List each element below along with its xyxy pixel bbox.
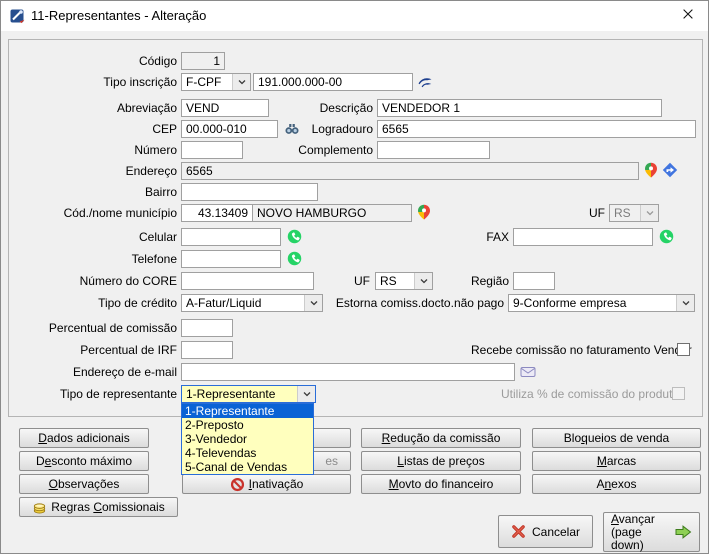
movto-financeiro-button[interactable]: Movto do financeiro: [361, 474, 521, 494]
municipio-label: Cód./nome município: [1, 204, 177, 222]
perc-comissao-label: Percentual de comissão: [1, 319, 177, 337]
regiao-label: Região: [441, 272, 509, 290]
marcas-button[interactable]: Marcas: [532, 451, 701, 471]
perc-irf-label: Percentual de IRF: [1, 341, 177, 359]
email-label: Endereço de e-mail: [1, 363, 177, 381]
anexos-button[interactable]: Anexos: [532, 474, 701, 494]
avancar-button[interactable]: Avançar (page down): [603, 512, 700, 552]
dados-adicionais-button[interactable]: Dados adicionais: [19, 428, 149, 448]
celular-input[interactable]: [181, 228, 281, 246]
uf-municipio-label: UF: [561, 204, 605, 222]
cpf-input[interactable]: 191.000.000-00: [253, 73, 413, 91]
endereco-label: Endereço: [1, 162, 177, 180]
municipio-codigo-input[interactable]: 43.13409: [181, 204, 253, 222]
codigo-label: Código: [1, 52, 177, 70]
whatsapp-icon[interactable]: [659, 229, 675, 245]
dropdown-option[interactable]: 5-Canal de Vendas: [182, 460, 313, 474]
desconto-maximo-button[interactable]: Desconto máximo: [19, 451, 149, 471]
tipo-inscricao-combo[interactable]: F-CPF: [181, 73, 251, 91]
bairro-label: Bairro: [1, 183, 177, 201]
tipo-credito-combo[interactable]: A-Fatur/Liquid: [181, 294, 323, 312]
inativacao-button[interactable]: Inativação: [182, 474, 351, 494]
fax-input[interactable]: [513, 228, 653, 246]
descricao-label: Descrição: [251, 99, 373, 117]
complemento-input[interactable]: [377, 141, 490, 159]
cep-label: CEP: [1, 120, 177, 138]
directions-icon[interactable]: [662, 162, 678, 178]
close-icon: [681, 7, 695, 26]
map-pin-icon[interactable]: [416, 204, 432, 220]
regras-comissionais-button[interactable]: Regras Comissionais: [19, 497, 178, 517]
regiao-input[interactable]: [513, 272, 555, 290]
bairro-input[interactable]: [181, 183, 318, 201]
observacoes-button[interactable]: Observações: [19, 474, 149, 494]
inactivation-icon: [230, 477, 245, 492]
email-input[interactable]: [181, 363, 515, 381]
map-pin-icon[interactable]: [643, 162, 659, 178]
perc-irf-input[interactable]: [181, 341, 233, 359]
close-button[interactable]: [674, 3, 702, 29]
receita-federal-icon[interactable]: [417, 74, 433, 90]
logradouro-input[interactable]: 6565: [377, 120, 696, 138]
whatsapp-icon[interactable]: [287, 229, 303, 245]
logradouro-label: Logradouro: [251, 120, 373, 138]
complemento-label: Complemento: [251, 141, 373, 159]
uf-municipio-combo: RS: [609, 204, 659, 222]
whatsapp-icon[interactable]: [287, 251, 303, 267]
cancel-x-icon: [511, 524, 526, 539]
codigo-field: 1: [181, 52, 225, 70]
dropdown-option[interactable]: 4-Televendas: [182, 446, 313, 460]
tipo-representante-dropdown-list: 1-Representante 2-Preposto 3-Vendedor 4-…: [181, 403, 314, 475]
fax-label: FAX: [421, 228, 509, 246]
chevron-down-icon: [232, 74, 250, 90]
estorna-label: Estorna comiss.docto.não pago: [331, 294, 504, 312]
mail-envelope-icon[interactable]: [520, 364, 536, 380]
chevron-down-icon: [304, 295, 322, 311]
forward-arrow-icon: [674, 524, 692, 540]
celular-label: Celular: [1, 228, 177, 246]
dropdown-option[interactable]: 3-Vendedor: [182, 432, 313, 446]
chevron-down-icon: [676, 295, 694, 311]
chevron-down-icon: [297, 386, 315, 402]
municipio-nome-field: NOVO HAMBURGO: [252, 204, 412, 222]
dropdown-option[interactable]: 1-Representante: [182, 404, 313, 418]
tipo-representante-label: Tipo de representante: [1, 385, 177, 403]
bloqueios-venda-button[interactable]: Bloqueios de venda: [532, 428, 701, 448]
uf-core-label: UF: [331, 272, 370, 290]
estorna-combo[interactable]: 9-Conforme empresa: [508, 294, 695, 312]
core-input[interactable]: [181, 272, 314, 290]
window-title: 11-Representantes - Alteração: [31, 8, 206, 23]
reducao-comissao-button[interactable]: Redução da comissão: [361, 428, 521, 448]
tipo-inscricao-label: Tipo inscrição: [1, 73, 177, 91]
title-bar: 11-Representantes - Alteração: [1, 1, 708, 31]
abreviacao-label: Abreviação: [1, 99, 177, 117]
utiliza-comissao-label: Utiliza % de comissão do produto: [501, 385, 668, 403]
dropdown-option[interactable]: 2-Preposto: [182, 418, 313, 432]
core-label: Número do CORE: [1, 272, 177, 290]
coins-icon: [32, 500, 47, 515]
numero-input[interactable]: [181, 141, 243, 159]
tipo-representante-combo[interactable]: 1-Representante: [181, 385, 316, 403]
uf-core-combo[interactable]: RS: [375, 272, 433, 290]
dialog-window: 11-Representantes - Alteração Código 1 T…: [0, 0, 709, 554]
app-icon: [10, 8, 26, 24]
chevron-down-icon: [640, 205, 658, 221]
telefone-label: Telefone: [1, 250, 177, 268]
recebe-comissao-label: Recebe comissão no faturamento Vendor: [471, 341, 673, 359]
telefone-input[interactable]: [181, 250, 281, 268]
chevron-down-icon: [414, 273, 432, 289]
recebe-comissao-checkbox[interactable]: [677, 343, 690, 356]
listas-precos-button[interactable]: Listas de preços: [361, 451, 521, 471]
utiliza-comissao-checkbox: [672, 387, 685, 400]
tipo-credito-label: Tipo de crédito: [1, 294, 177, 312]
endereco-field: 6565: [181, 162, 639, 180]
numero-label: Número: [1, 141, 177, 159]
descricao-input[interactable]: VENDEDOR 1: [377, 99, 662, 117]
hidden-button-label-fragment: es: [325, 454, 338, 468]
cancelar-button[interactable]: Cancelar: [498, 515, 593, 548]
perc-comissao-input[interactable]: [181, 319, 233, 337]
